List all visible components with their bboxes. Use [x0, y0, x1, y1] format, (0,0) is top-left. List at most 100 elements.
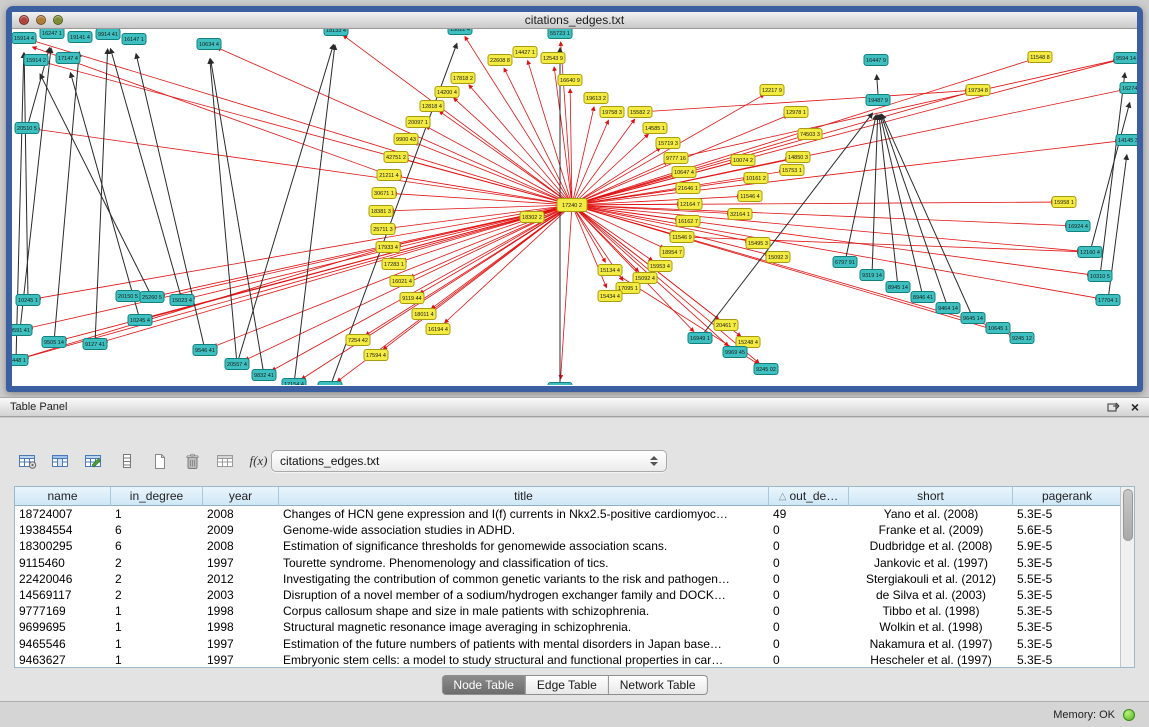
network-node[interactable]: 42751 2: [384, 152, 408, 163]
table-row[interactable]: 946362711997Embryonic stem cells: a mode…: [15, 652, 1122, 668]
table-row[interactable]: 2242004622012Investigating the contribut…: [15, 571, 1122, 587]
network-node[interactable]: 15022 4: [448, 29, 472, 35]
table-cell[interactable]: 6: [111, 538, 203, 554]
table-row[interactable]: 1456911722003Disruption of a novel membe…: [15, 587, 1122, 603]
network-node[interactable]: 15753 1: [780, 165, 804, 176]
table-cell[interactable]: Genome-wide association studies in ADHD.: [279, 522, 769, 538]
network-node[interactable]: 16247 1: [40, 29, 64, 39]
network-node[interactable]: 15134 4: [598, 265, 622, 276]
table-cell[interactable]: Stergiakouli et al. (2012): [849, 571, 1013, 587]
network-node[interactable]: 15248 4: [736, 337, 760, 348]
network-node[interactable]: 10074 2: [731, 155, 755, 166]
network-node[interactable]: 15958 1: [1052, 197, 1076, 208]
network-node[interactable]: 17933 4: [376, 242, 400, 253]
table-cell[interactable]: 5.3E-5: [1013, 587, 1122, 603]
network-node[interactable]: 18011 4: [412, 309, 436, 320]
table-cell[interactable]: 0: [769, 538, 849, 554]
network-node[interactable]: 15495 3: [746, 238, 770, 249]
network-node[interactable]: 10161 2: [744, 173, 768, 184]
network-node[interactable]: 6797 91: [833, 257, 857, 268]
network-node[interactable]: 12543 9: [541, 53, 565, 64]
network-node[interactable]: 16640 9: [558, 75, 582, 86]
network-node[interactable]: 20510 5: [15, 123, 39, 134]
network-node[interactable]: 9748 41: [548, 383, 572, 386]
network-node[interactable]: 9591 41: [12, 325, 32, 336]
network-node[interactable]: 17818 2: [451, 73, 475, 84]
network-node[interactable]: 21211 4: [377, 170, 401, 181]
row-list-icon[interactable]: [113, 448, 140, 475]
network-node[interactable]: 16924 4: [1066, 221, 1090, 232]
network-node[interactable]: 9245 02: [754, 364, 778, 375]
network-node[interactable]: 19613 2: [584, 93, 608, 104]
network-node[interactable]: 9969 45: [723, 347, 747, 358]
network-node[interactable]: 8946 41: [911, 292, 935, 303]
table-cell[interactable]: 9699695: [15, 619, 111, 635]
network-node[interactable]: 15092 4: [633, 273, 657, 284]
network-node[interactable]: 20557 4: [225, 359, 249, 370]
network-node[interactable]: 11546 9: [670, 232, 694, 243]
network-node[interactable]: 17704 1: [1096, 295, 1120, 306]
table-cell[interactable]: 2: [111, 555, 203, 571]
table-cell[interactable]: 5.3E-5: [1013, 652, 1122, 668]
network-node[interactable]: 9546 41: [193, 345, 217, 356]
network-node[interactable]: 10310 5: [1088, 271, 1112, 282]
table-cell[interactable]: Hescheler et al. (1997): [849, 652, 1013, 668]
delete-table-icon[interactable]: [179, 448, 206, 475]
network-node[interactable]: 22608 8: [488, 55, 512, 66]
table-cell[interactable]: Franke et al. (2009): [849, 522, 1013, 538]
window-titlebar[interactable]: citations_edges.txt: [12, 12, 1137, 29]
table-cell[interactable]: 1997: [203, 555, 279, 571]
table-cell[interactable]: de Silva et al. (2003): [849, 587, 1013, 603]
table-cell[interactable]: 0: [769, 652, 849, 668]
network-node[interactable]: 14850 3: [786, 152, 810, 163]
network-node[interactable]: 15582 2: [628, 107, 652, 118]
network-node[interactable]: 19758 3: [600, 107, 624, 118]
table-row[interactable]: 969969511998Structural magnetic resonanc…: [15, 619, 1122, 635]
table-cell[interactable]: 1: [111, 652, 203, 668]
network-node[interactable]: 16162 7: [676, 216, 700, 227]
network-node[interactable]: 11548 8: [1028, 52, 1052, 63]
network-node[interactable]: 14145 3: [1116, 135, 1137, 146]
network-node[interactable]: 12978 1: [784, 107, 808, 118]
table-cell[interactable]: 18724007: [15, 506, 111, 522]
network-node[interactable]: 9914 41: [96, 29, 120, 40]
table-cell[interactable]: 0: [769, 522, 849, 538]
zoom-window-button[interactable]: [53, 15, 63, 25]
table-cell[interactable]: Estimation of significance thresholds fo…: [279, 538, 769, 554]
network-node[interactable]: 15448 1: [12, 355, 28, 366]
network-node[interactable]: 9645 14: [961, 313, 985, 324]
column-header-in_degree[interactable]: in_degree: [111, 487, 203, 506]
network-node[interactable]: 25711 3: [371, 224, 395, 235]
table-row[interactable]: 911546021997Tourette syndrome. Phenomeno…: [15, 555, 1122, 571]
network-node[interactable]: 20097 1: [406, 117, 430, 128]
column-settings-icon[interactable]: [14, 448, 41, 475]
network-window[interactable]: citations_edges.txt 22608 814427 112543 …: [6, 6, 1143, 392]
table-cell[interactable]: Tibbo et al. (1998): [849, 603, 1013, 619]
table-cell[interactable]: 2009: [203, 522, 279, 538]
table-cell[interactable]: Jankovic et al. (1997): [849, 555, 1013, 571]
edit-table-icon[interactable]: [80, 448, 107, 475]
table-cell[interactable]: Wolkin et al. (1998): [849, 619, 1013, 635]
function-builder-icon[interactable]: f(x): [245, 448, 272, 475]
table-cell[interactable]: 0: [769, 636, 849, 652]
table-cell[interactable]: 22420046: [15, 571, 111, 587]
network-node[interactable]: 18954 7: [660, 247, 684, 258]
table-cell[interactable]: 5.9E-5: [1013, 538, 1122, 554]
table-cell[interactable]: 2008: [203, 538, 279, 554]
tab-edge-table[interactable]: Edge Table: [526, 675, 609, 695]
table-cell[interactable]: 0: [769, 555, 849, 571]
column-header-name[interactable]: name: [15, 487, 111, 506]
network-node[interactable]: 17283 1: [382, 259, 406, 270]
network-node[interactable]: 19734 8: [966, 85, 990, 96]
network-node[interactable]: 18133 4: [324, 29, 348, 36]
network-node[interactable]: 15914 4: [12, 33, 36, 44]
table-cell[interactable]: 1: [111, 506, 203, 522]
table-cell[interactable]: 9463627: [15, 652, 111, 668]
minimize-window-button[interactable]: [36, 15, 46, 25]
network-node[interactable]: 15434 4: [598, 291, 622, 302]
scrollbar-thumb[interactable]: [1123, 489, 1133, 541]
table-cell[interactable]: 1998: [203, 603, 279, 619]
table-cell[interactable]: 1: [111, 619, 203, 635]
table-cell[interactable]: 18300295: [15, 538, 111, 554]
table-cell[interactable]: Nakamura et al. (1997): [849, 636, 1013, 652]
